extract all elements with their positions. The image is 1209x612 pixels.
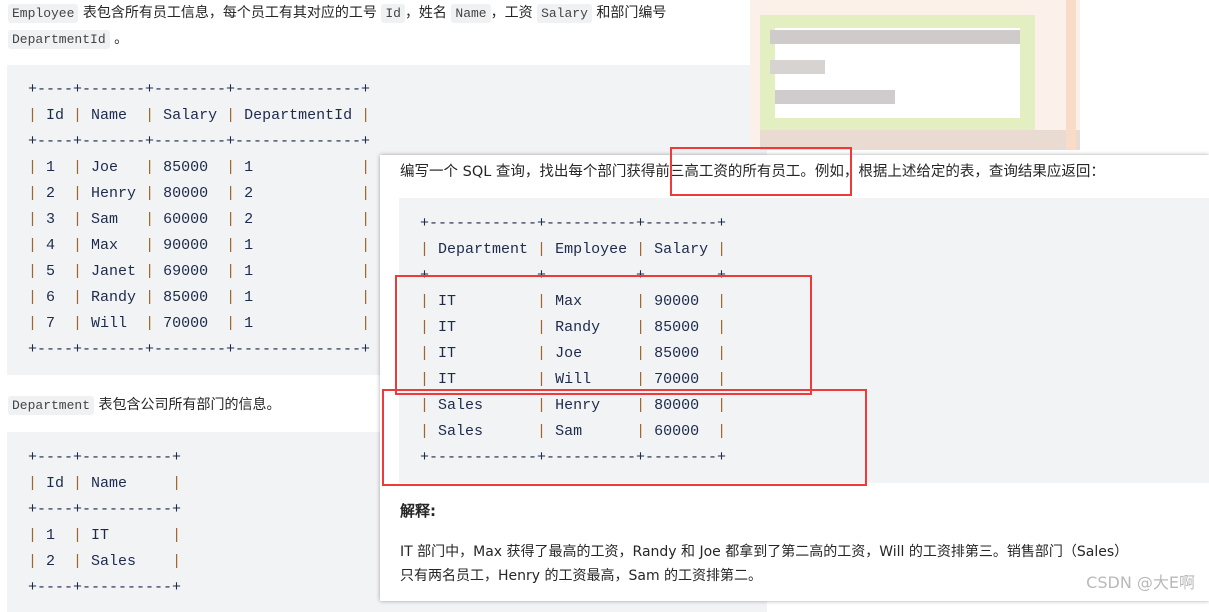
inline-code: Salary: [537, 4, 592, 23]
table-line: | 2 | Sales |: [28, 553, 182, 570]
table-line: | 3 | Sam | 60000 | 2 |: [28, 211, 371, 228]
blurred-image: [750, 0, 1080, 150]
inline-code: Employee: [8, 4, 79, 23]
highlight-box-it: [395, 275, 812, 395]
text: ，工资: [490, 5, 538, 21]
table-line: | 4 | Max | 90000 | 1 |: [28, 237, 371, 254]
text: 。: [109, 31, 129, 47]
table-line: +----+----------+: [28, 501, 182, 518]
table-line: +------------+----------+--------+: [420, 215, 727, 232]
table-line: +----+-------+--------+--------------+: [28, 133, 371, 150]
table-line: | 2 | Henry | 80000 | 2 |: [28, 185, 371, 202]
text: ，姓名: [404, 5, 452, 21]
table-line: | Id | Name |: [28, 475, 182, 492]
department-table: +----+----------+ | Id | Name | +----+----…: [28, 445, 181, 601]
table-line: +----+----------+: [28, 579, 182, 596]
employee-description: Employee 表包含所有员工信息，每个员工有其对应的工号 Id ，姓名 Nam…: [8, 0, 666, 27]
table-line: +----+----------+: [28, 449, 182, 466]
table-line: | Id | Name | Salary | DepartmentId |: [28, 107, 371, 124]
table-line: +----+-------+--------+--------------+: [28, 81, 371, 98]
table-line: | 5 | Janet | 69000 | 1 |: [28, 263, 371, 280]
explain-line-2: 只有两名员工，Henry 的工资最高，Sam 的工资排第二。: [400, 568, 763, 584]
inline-code: Id: [381, 4, 405, 23]
employee-description-cont: DepartmentId 。: [8, 26, 128, 53]
table-line: | 1 | IT |: [28, 527, 182, 544]
highlight-box-sales: [382, 389, 867, 486]
table-line: | 6 | Randy | 85000 | 1 |: [28, 289, 371, 306]
watermark: CSDN @大E啊: [1086, 573, 1195, 592]
text: 表包含公司所有部门的信息。: [94, 397, 281, 413]
inline-code: DepartmentId: [8, 30, 110, 49]
text: 和部门编号: [591, 5, 667, 21]
text: 表包含所有员工信息，每个员工有其对应的工号: [78, 5, 382, 21]
inline-code: Department: [8, 396, 95, 415]
employee-table: +----+-------+--------+--------------+ | …: [28, 77, 370, 363]
highlight-box-top3: [670, 147, 852, 196]
table-line: +----+-------+--------+--------------+: [28, 341, 371, 358]
explain-title: 解释:: [400, 502, 436, 520]
department-description: Department 表包含公司所有部门的信息。: [8, 392, 280, 419]
table-line: | 1 | Joe | 85000 | 1 |: [28, 159, 371, 176]
table-line: | 7 | Will | 70000 | 1 |: [28, 315, 371, 332]
table-line: | Department | Employee | Salary |: [420, 241, 727, 258]
explain-line-1: IT 部门中，Max 获得了最高的工资，Randy 和 Joe 都拿到了第二高的…: [400, 544, 1129, 560]
inline-code: Name: [451, 4, 491, 23]
